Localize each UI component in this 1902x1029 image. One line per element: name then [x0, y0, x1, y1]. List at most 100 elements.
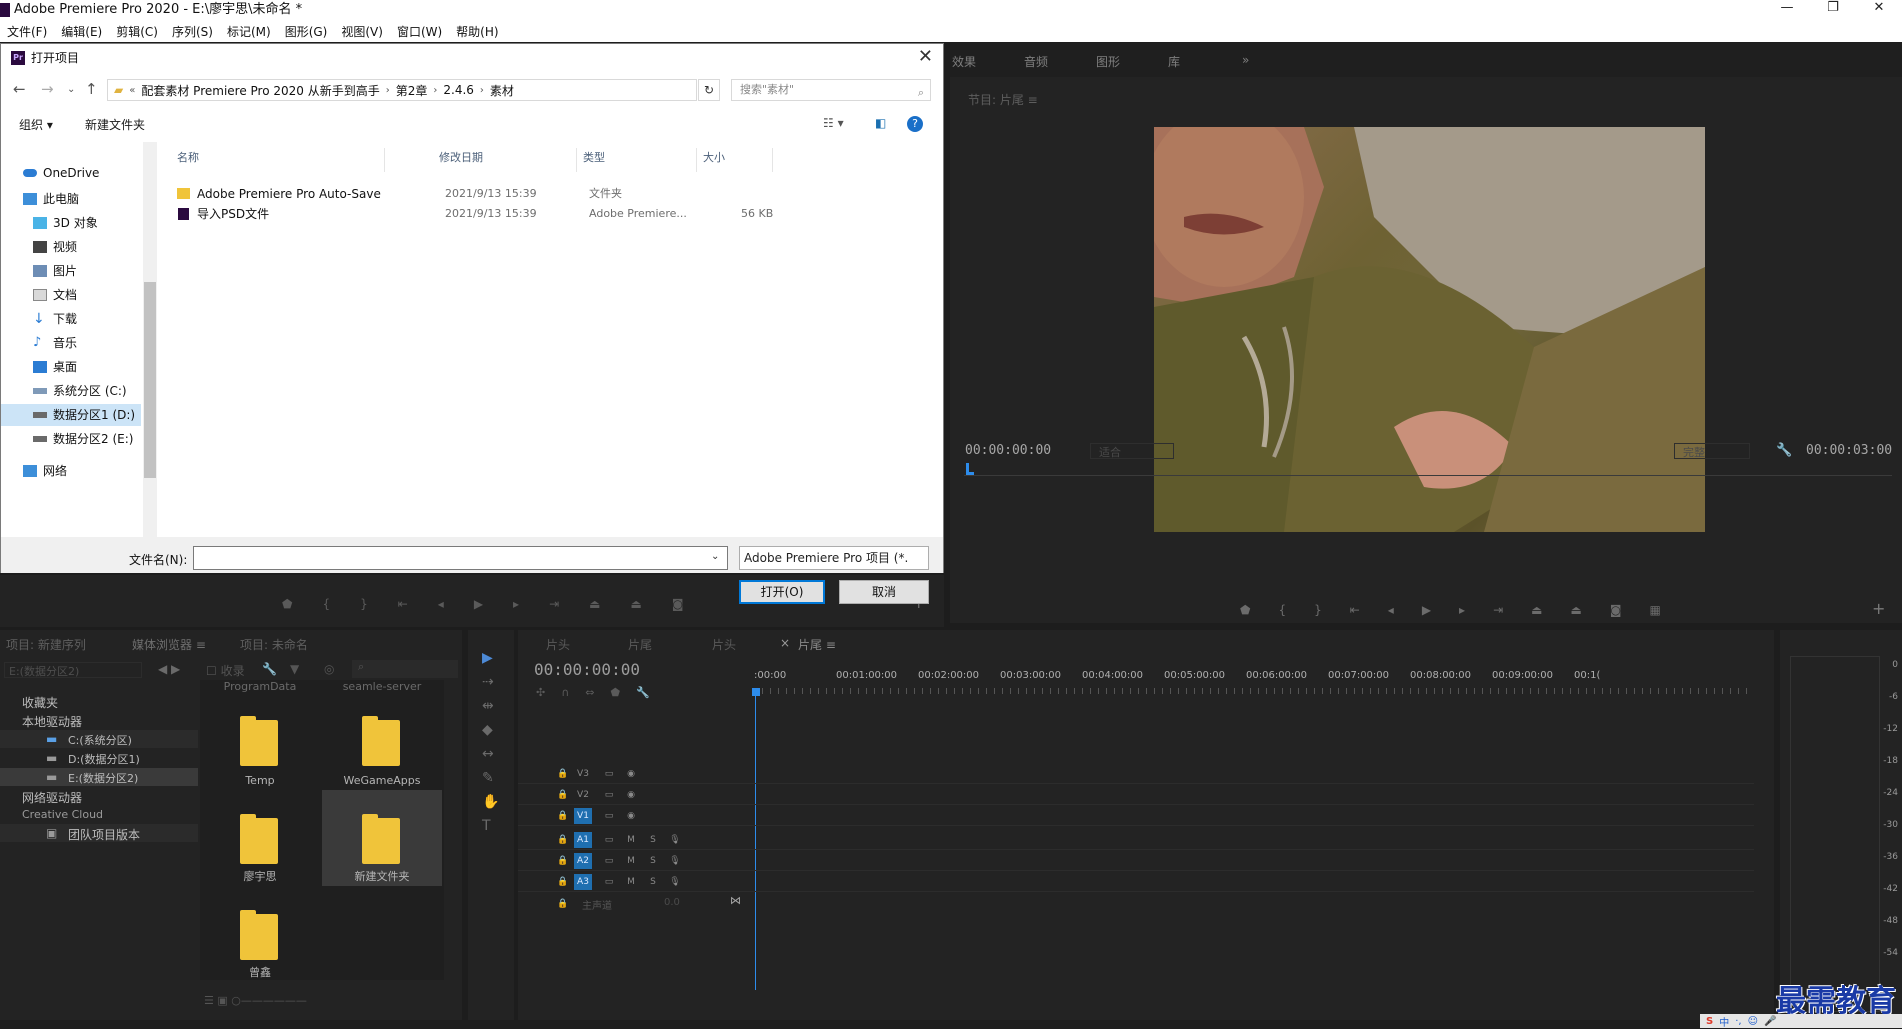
menu-clip[interactable]: 剪辑(C): [109, 23, 165, 40]
tile-new-folder[interactable]: 新建文件夹: [322, 790, 442, 886]
tab-project-untitled[interactable]: 项目: 未命名: [240, 636, 308, 653]
help-icon[interactable]: ?: [907, 116, 923, 132]
tab-effects[interactable]: 效果: [952, 53, 976, 70]
source-go-out-icon[interactable]: ⇥: [549, 597, 559, 611]
source-out-icon[interactable]: }: [360, 597, 368, 611]
breadcrumb-item[interactable]: 配套素材 Premiere Pro 2020 从新手到高手: [135, 82, 385, 99]
lock-icon[interactable]: 🔒: [554, 808, 572, 824]
lock-icon[interactable]: 🔒: [554, 874, 572, 890]
tab-timeline-4[interactable]: 片尾 ≡: [798, 636, 836, 653]
menu-marker[interactable]: 标记(M): [220, 23, 278, 40]
tile-zengxin[interactable]: 曾鑫: [200, 888, 320, 980]
preview-pane-icon[interactable]: ◧: [875, 116, 886, 130]
ripple-edit-tool-icon[interactable]: ⇹: [482, 698, 499, 714]
tab-timeline-2[interactable]: 片尾: [628, 636, 652, 653]
filename-input[interactable]: [193, 546, 728, 570]
organize-button[interactable]: 组织 ▾: [19, 116, 53, 133]
menu-window[interactable]: 窗口(W): [390, 23, 449, 40]
tab-timeline-3[interactable]: 片头: [712, 636, 736, 653]
cancel-button[interactable]: 取消: [839, 580, 929, 604]
track-label[interactable]: V1: [574, 808, 592, 824]
zoom-slider[interactable]: ☰ ▣ ○——————: [204, 994, 344, 1008]
filename-chevron-down-icon[interactable]: ⌄: [711, 551, 719, 562]
drive-path-select[interactable]: E:(数据分区2): [4, 662, 142, 678]
source-back-icon[interactable]: ◂: [438, 597, 444, 611]
source-marker-icon[interactable]: ⬟: [282, 597, 292, 611]
track-master[interactable]: 🔒 主声道 0.0 ⋈: [518, 894, 1754, 914]
source-overwrite-icon[interactable]: ⏏: [630, 597, 641, 611]
mic-icon[interactable]: 🎙: [666, 853, 684, 869]
mute-button[interactable]: M: [622, 853, 640, 869]
back-forward-icon[interactable]: ◀ ▶: [158, 662, 180, 676]
tab-media-browser[interactable]: 媒体浏览器 ≡: [132, 636, 206, 653]
program-scrubber[interactable]: [964, 475, 1892, 476]
tree-local-drives[interactable]: 本地驱动器: [22, 713, 82, 730]
menu-help[interactable]: 帮助(H): [449, 23, 505, 40]
sync-icon[interactable]: ▭: [600, 832, 618, 848]
lock-icon[interactable]: 🔒: [554, 896, 572, 912]
open-button[interactable]: 打开(O): [739, 580, 825, 604]
nav-network[interactable]: 网络: [1, 460, 141, 482]
mark-in-icon[interactable]: {: [1278, 603, 1286, 617]
tile-wegameapps[interactable]: WeGameApps: [322, 692, 442, 788]
tree-network-drives[interactable]: 网络驱动器: [22, 789, 82, 806]
track-a2[interactable]: 🔒 A2 ▭ M S 🎙: [518, 851, 1754, 871]
nav-drive-e[interactable]: 数据分区2 (E:): [1, 428, 141, 450]
settings-wrench-icon[interactable]: 🔧: [1776, 443, 1792, 458]
timeline-timecode[interactable]: 00:00:00:00: [534, 660, 640, 679]
refresh-icon[interactable]: ↻: [698, 79, 720, 101]
source-go-in-icon[interactable]: ⇤: [398, 597, 408, 611]
forward-arrow-icon[interactable]: →: [41, 80, 54, 98]
address-bar[interactable]: ▰ « 配套素材 Premiere Pro 2020 从新手到高手 › 第2章 …: [107, 79, 697, 101]
playhead-marker-icon[interactable]: [966, 463, 974, 475]
dialog-close-button[interactable]: ✕: [918, 46, 933, 67]
column-size[interactable]: 大小: [697, 148, 773, 172]
media-search-input[interactable]: ⌕: [352, 660, 458, 678]
hand-tool-icon[interactable]: ✋: [482, 794, 499, 810]
column-name[interactable]: 名称: [171, 148, 385, 172]
source-in-icon[interactable]: {: [322, 597, 330, 611]
step-back-icon[interactable]: ◂: [1388, 603, 1394, 617]
more-tabs-button[interactable]: »: [1242, 53, 1249, 67]
solo-button[interactable]: S: [644, 874, 662, 890]
selection-tool-icon[interactable]: ▶: [482, 650, 499, 666]
master-jump-icon[interactable]: ⋈: [730, 894, 741, 907]
tree-row-c[interactable]: ▬ C:(系统分区): [0, 730, 198, 748]
close-window-button[interactable]: ✕: [1856, 0, 1902, 20]
quality-dropdown[interactable]: 完整: [1674, 443, 1750, 459]
lock-icon[interactable]: 🔒: [554, 787, 572, 803]
sync-icon[interactable]: ▭: [600, 853, 618, 869]
go-to-out-icon[interactable]: ⇥: [1493, 603, 1503, 617]
track-label[interactable]: A2: [574, 853, 592, 869]
master-volume[interactable]: 0.0: [664, 897, 680, 908]
menu-sequence[interactable]: 序列(S): [165, 23, 220, 40]
eye-icon[interactable]: ◉: [622, 787, 640, 803]
nest-icon[interactable]: ✣: [536, 686, 545, 699]
file-row[interactable]: 导入PSD文件 2021/9/13 15:39 Adobe Premiere..…: [171, 204, 791, 224]
tab-close-button[interactable]: ×: [780, 636, 790, 650]
filetype-select[interactable]: Adobe Premiere Pro 项目 (*.: [739, 546, 929, 570]
compare-icon[interactable]: ▦: [1649, 603, 1660, 617]
tree-favorites[interactable]: 收藏夹: [22, 694, 58, 711]
ime-logo-icon[interactable]: S: [1706, 1016, 1713, 1027]
search-input[interactable]: 搜索"素材" ⌕: [731, 79, 931, 101]
track-label[interactable]: V2: [574, 787, 592, 803]
new-folder-button[interactable]: 新建文件夹: [85, 116, 145, 133]
solo-button[interactable]: S: [644, 832, 662, 848]
nav-this-pc[interactable]: 此电脑: [1, 188, 141, 210]
lock-icon[interactable]: 🔒: [554, 832, 572, 848]
sync-icon[interactable]: ▭: [600, 808, 618, 824]
snap-icon[interactable]: ∩: [561, 686, 569, 699]
nav-desktop[interactable]: 桌面: [1, 356, 141, 378]
go-to-in-icon[interactable]: ⇤: [1350, 603, 1360, 617]
ingest-settings-icon[interactable]: 🔧: [262, 662, 277, 676]
file-row[interactable]: Adobe Premiere Pro Auto-Save 2021/9/13 1…: [171, 184, 791, 204]
ime-voice[interactable]: 🎤: [1764, 1016, 1776, 1027]
playhead-handle-icon[interactable]: [752, 688, 760, 696]
up-arrow-icon[interactable]: ↑: [85, 80, 98, 98]
slip-tool-icon[interactable]: ↔: [482, 746, 499, 762]
nav-videos[interactable]: 视频: [1, 236, 141, 258]
recent-chevron-down-icon[interactable]: ⌄: [67, 84, 75, 95]
menu-graphics[interactable]: 图形(G): [278, 23, 335, 40]
timeline-settings-icon[interactable]: 🔧: [636, 686, 650, 699]
